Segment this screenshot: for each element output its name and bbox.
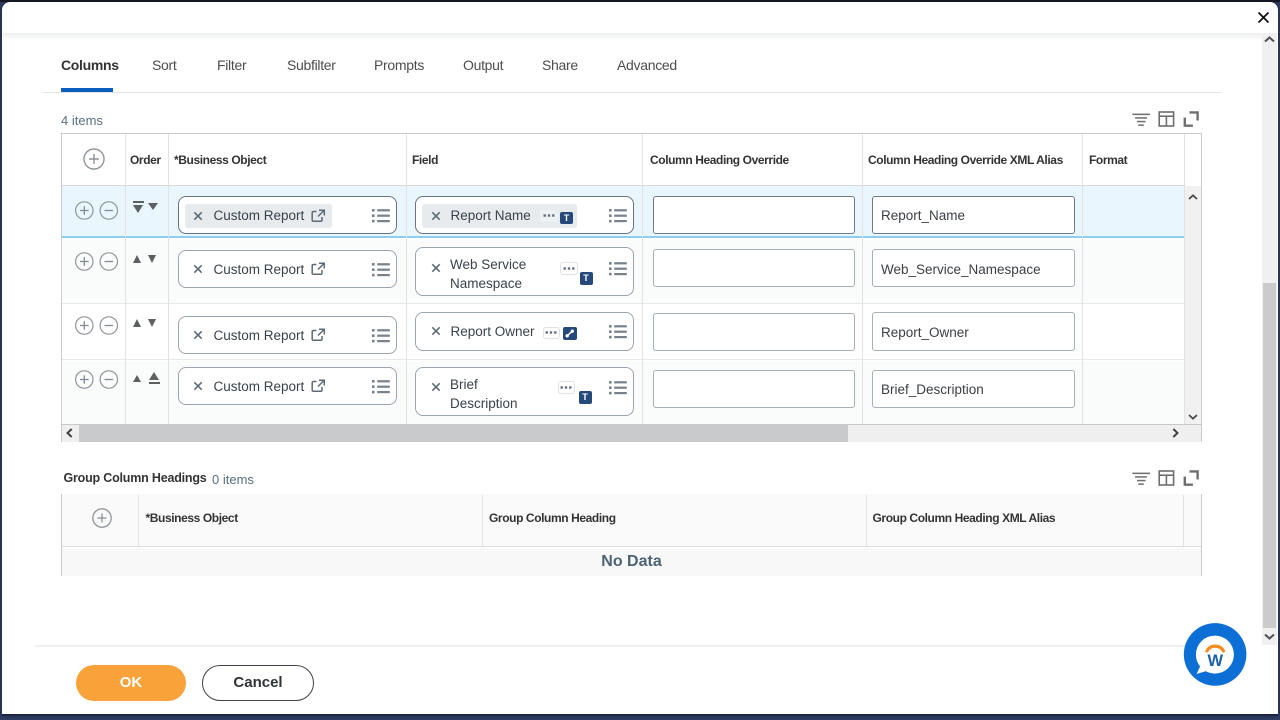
svg-text:W: W <box>1208 652 1224 670</box>
